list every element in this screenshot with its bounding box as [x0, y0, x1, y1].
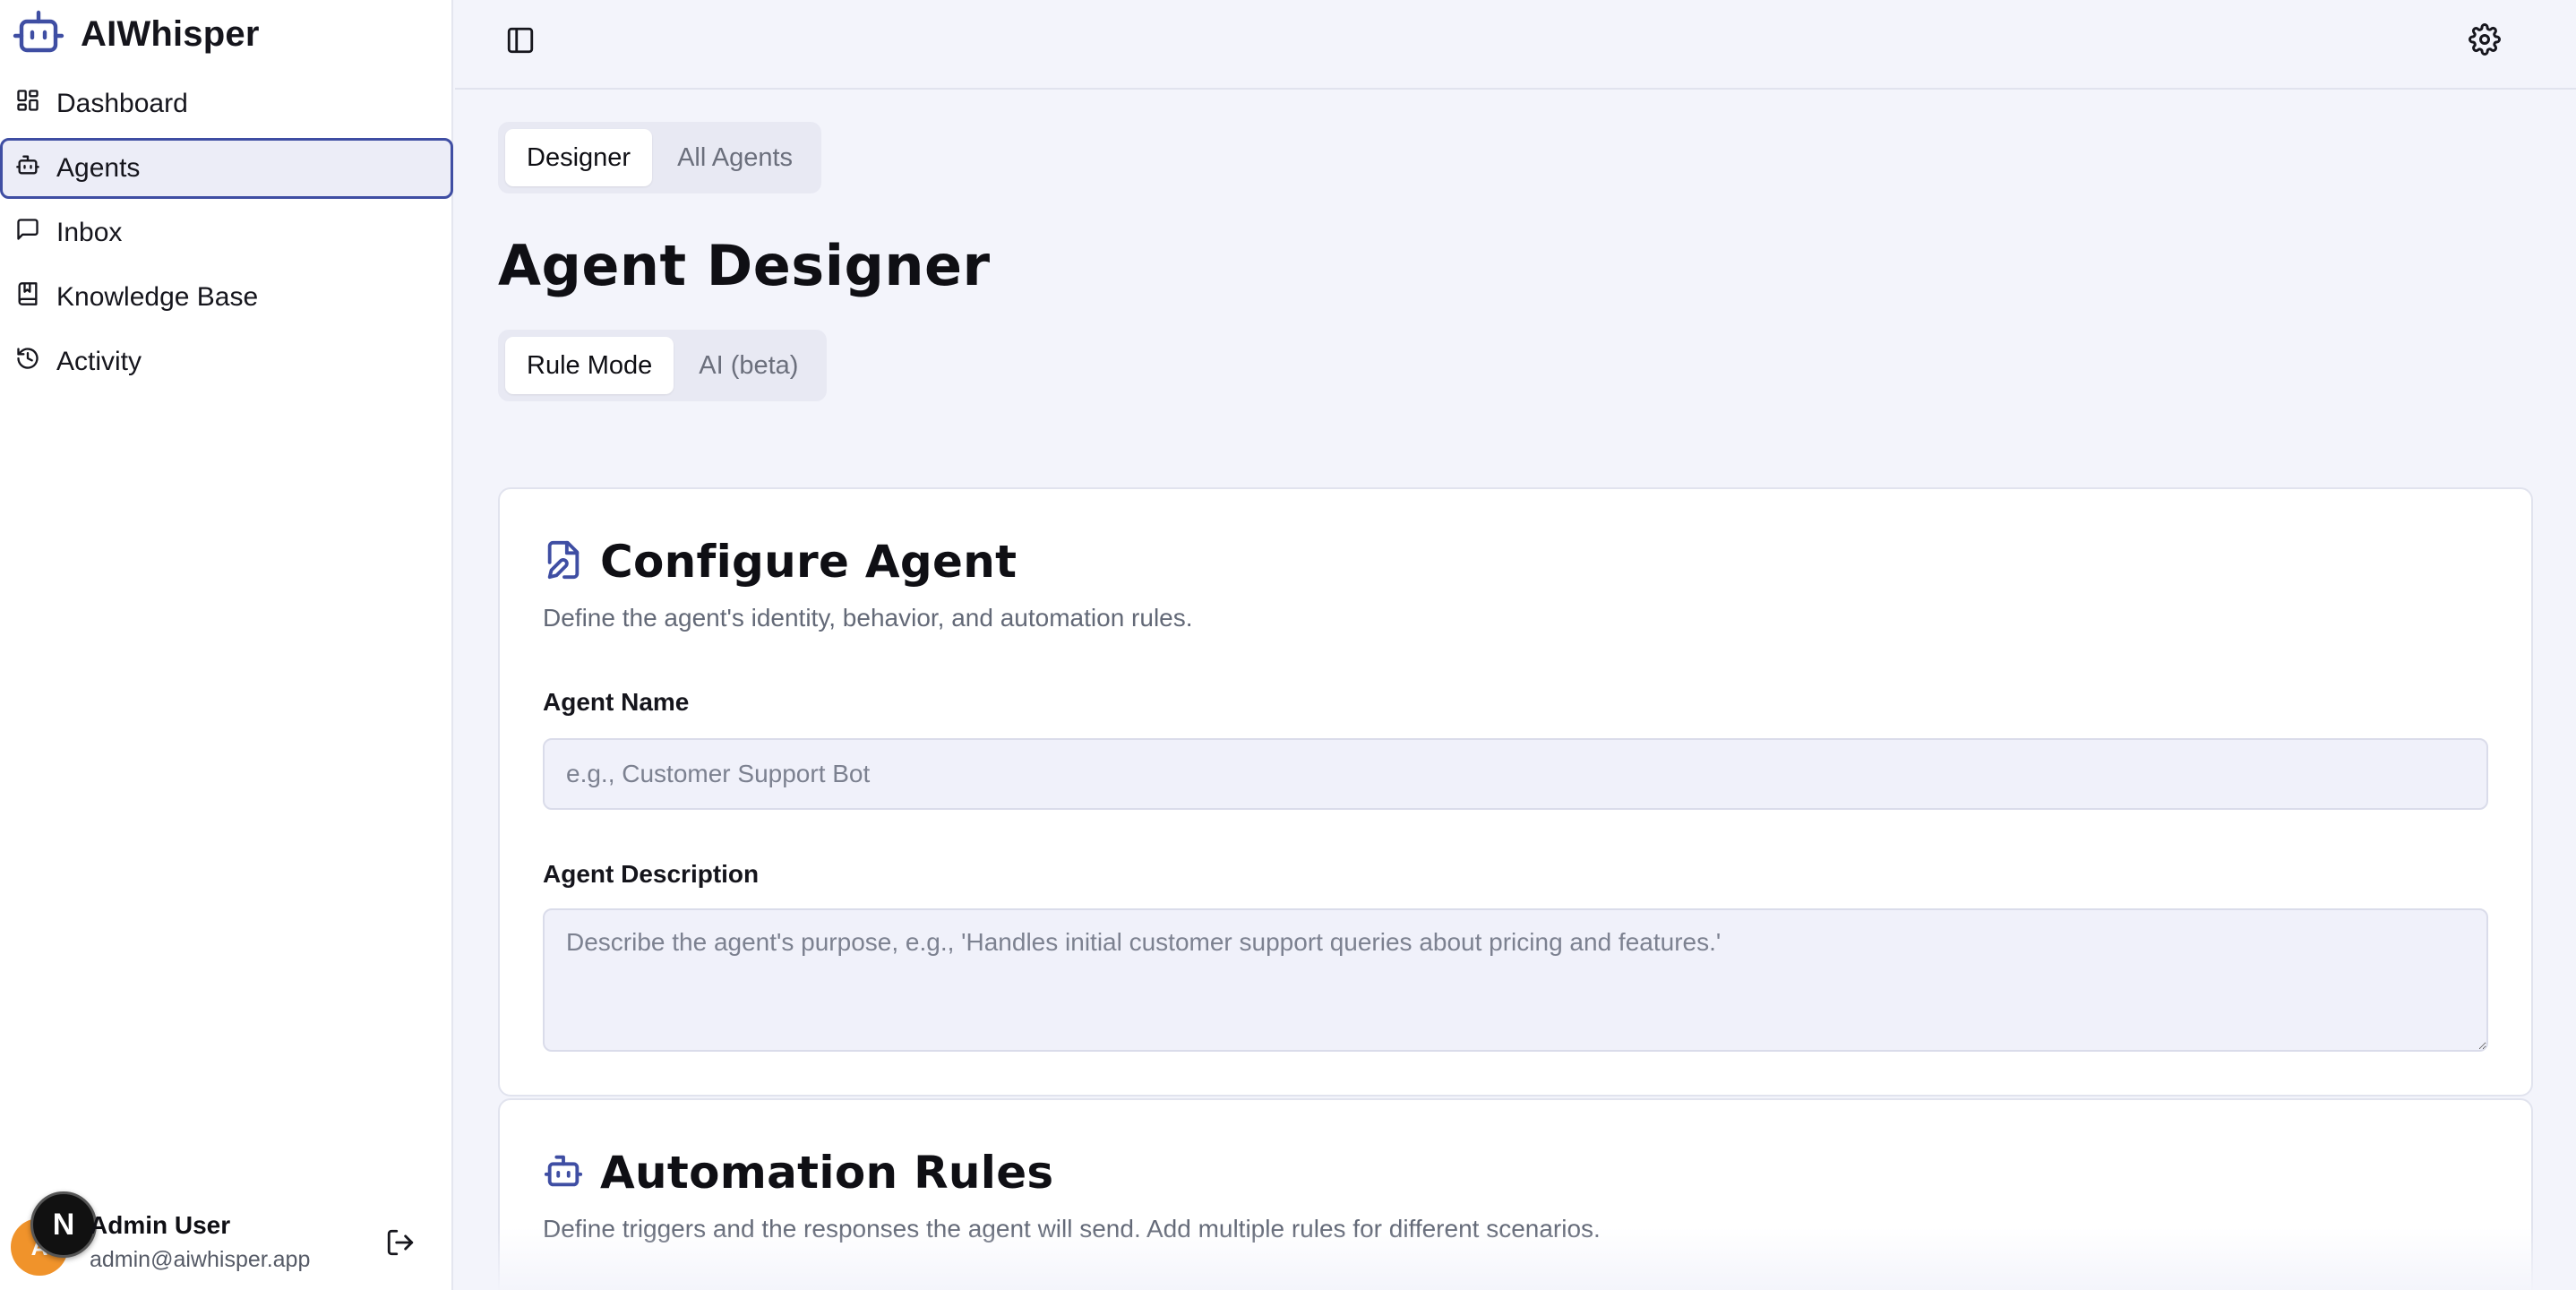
tab-rule-mode[interactable]: Rule Mode [505, 337, 674, 394]
card-header: Automation Rules [543, 1147, 1053, 1199]
logout-icon [385, 1229, 416, 1261]
sidebar-item-label: Agents [56, 153, 141, 183]
bot-icon [15, 152, 40, 185]
sidebar-item-activity[interactable]: Activity [0, 331, 453, 392]
mode-tabs: Rule Mode AI (beta) [498, 330, 828, 401]
automation-rules-card: Automation Rules Define triggers and the… [498, 1098, 2533, 1290]
logout-button[interactable] [385, 1227, 416, 1262]
history-icon [15, 346, 40, 378]
top-bar [455, 0, 2576, 90]
sidebar-item-agents[interactable]: Agents [0, 138, 453, 199]
sidebar-nav: Dashboard Agents Inbox Knowledge Base Ac… [0, 73, 453, 396]
sidebar-item-knowledge-base[interactable]: Knowledge Base [0, 267, 453, 328]
card-title: Configure Agent [600, 536, 1018, 588]
gear-icon [2469, 23, 2501, 59]
panel-left-icon [505, 27, 536, 59]
main-content: Designer All Agents Agent Designer Rule … [455, 91, 2576, 1290]
card-description: Define triggers and the responses the ag… [543, 1215, 1601, 1243]
sidebar-item-dashboard[interactable]: Dashboard [0, 73, 453, 134]
file-edit-icon [543, 539, 584, 585]
dashboard-icon [15, 88, 40, 120]
user-profile: A N Admin User admin@aiwhisper.app [0, 1191, 453, 1290]
sidebar-item-inbox[interactable]: Inbox [0, 202, 453, 263]
sidebar-item-label: Dashboard [56, 89, 188, 118]
agent-description-textarea[interactable] [543, 908, 2488, 1052]
app-title: AIWhisper [81, 13, 260, 54]
sidebar-item-label: Inbox [56, 218, 123, 247]
bot-logo-icon [13, 9, 64, 60]
card-header: Configure Agent [543, 536, 1017, 588]
agent-name-label: Agent Name [543, 688, 690, 716]
tab-all-agents[interactable]: All Agents [656, 129, 814, 186]
sidebar-item-label: Knowledge Base [56, 282, 259, 312]
agent-name-input[interactable] [543, 738, 2488, 810]
user-name: Admin User [90, 1211, 231, 1239]
configure-agent-card: Configure Agent Define the agent's ident… [498, 487, 2533, 1096]
tab-ai-beta[interactable]: AI (beta) [677, 337, 820, 394]
sidebar-toggle-button[interactable] [505, 25, 536, 60]
agent-description-label: Agent Description [543, 860, 760, 888]
view-tabs: Designer All Agents [498, 122, 822, 194]
page-title: Agent Designer [498, 233, 991, 298]
settings-button[interactable] [2469, 23, 2501, 60]
book-icon [15, 281, 40, 314]
user-email: admin@aiwhisper.app [90, 1247, 311, 1272]
bot-icon [543, 1150, 584, 1196]
card-description: Define the agent's identity, behavior, a… [543, 604, 1193, 632]
dev-tools-badge[interactable]: N [30, 1191, 97, 1258]
card-title: Automation Rules [600, 1147, 1054, 1199]
brand[interactable]: AIWhisper [13, 9, 260, 60]
sidebar-item-label: Activity [56, 347, 142, 376]
sidebar: AIWhisper Dashboard Agents Inbox Knowled… [0, 0, 453, 1290]
tab-designer[interactable]: Designer [505, 129, 653, 186]
message-square-icon [15, 217, 40, 249]
